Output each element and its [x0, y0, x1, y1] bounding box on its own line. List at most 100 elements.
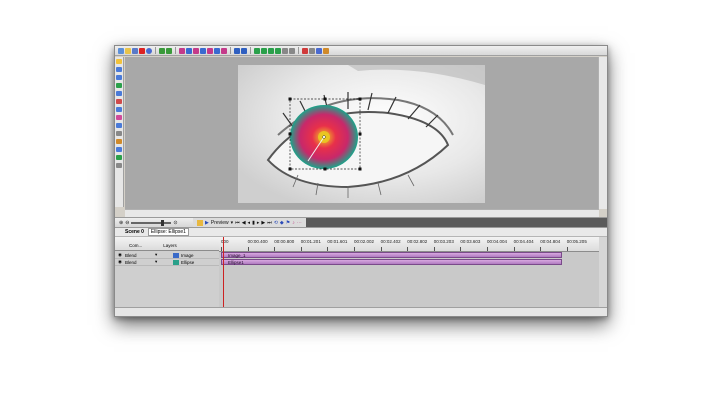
new-icon[interactable] [118, 47, 124, 54]
zoom-out-icon[interactable]: ⊖ [125, 220, 129, 226]
tab-ellipse[interactable]: Ellipse: Ellipse1 [147, 228, 189, 236]
step-back-icon[interactable]: ◀ [242, 220, 246, 226]
clip-image[interactable]: Image_1 [221, 252, 562, 258]
chevron-down-icon[interactable]: ▾ [155, 252, 173, 258]
pause-icon[interactable]: ▮ [252, 220, 255, 226]
fill-tool-icon[interactable] [116, 123, 122, 128]
step-forward-frame-icon[interactable]: ▸ [257, 220, 260, 226]
preview-button[interactable]: Preview [211, 220, 229, 226]
toolbar-separator [175, 47, 176, 54]
ellipse-layer-icon [173, 259, 179, 265]
ungroup-icon[interactable] [241, 47, 247, 54]
record-icon[interactable] [146, 47, 152, 54]
canvas-horizontal-scrollbar[interactable] [125, 209, 599, 217]
ruler-tick-mark [354, 247, 355, 251]
tools-palette [115, 57, 124, 207]
ruler-tick-label: 00:01.601 [327, 239, 348, 244]
select-tool-icon[interactable] [116, 59, 122, 64]
polygon-tool-icon[interactable] [116, 91, 122, 96]
zoom-tool-icon[interactable] [116, 147, 122, 152]
brush-tool-icon[interactable] [116, 115, 122, 120]
layers-header-label: Layers [163, 243, 177, 248]
undo-icon[interactable] [159, 47, 165, 54]
zoom-in-icon[interactable]: ⊕ [119, 220, 123, 226]
skip-start-icon[interactable]: ⏮ [235, 220, 240, 226]
ruler-tick-label: 00:01.201 [300, 239, 321, 244]
time-ruler[interactable]: 000 00:00.400 00:00.800 00:01.201 00:01.601 0… [219, 237, 599, 252]
zoom-fit-icon[interactable]: ⊙ [173, 220, 177, 226]
group-icon[interactable] [234, 47, 240, 54]
eye-visibility-icon[interactable]: ◉ [115, 252, 125, 258]
ellipse-tool-icon[interactable] [116, 75, 122, 80]
clip-ellipse[interactable]: Ellipse1 [221, 259, 562, 265]
save-icon[interactable] [132, 47, 138, 54]
send-back-icon[interactable] [275, 47, 281, 54]
loop-icon[interactable]: ⟲ [274, 220, 278, 226]
layer-name: Image [181, 252, 194, 258]
ruler-tick-mark [513, 247, 515, 251]
lock-icon[interactable] [282, 47, 288, 54]
step-forward-icon[interactable]: ▶ [261, 220, 265, 226]
folder-icon[interactable] [197, 219, 203, 226]
audio-icon[interactable]: ♪ [292, 220, 295, 226]
track-row[interactable]: ◉ Blend ▾ Image [115, 252, 219, 259]
keyframe-icon[interactable]: ◆ [280, 220, 284, 226]
stage-canvas[interactable] [238, 65, 485, 203]
skip-end-icon[interactable]: ⏭ [267, 220, 272, 226]
distribute-icon[interactable] [221, 47, 227, 54]
move-up-icon[interactable] [254, 47, 260, 54]
image-layer-icon [173, 252, 179, 258]
align-bottom-icon[interactable] [214, 47, 220, 54]
eraser-tool-icon[interactable] [116, 131, 122, 136]
ruler-tick-mark [566, 247, 568, 251]
more-icon[interactable]: ⋯ [297, 220, 302, 226]
align-left-icon[interactable] [179, 47, 185, 54]
image-tool-icon[interactable] [116, 107, 122, 112]
eye-visibility-icon[interactable]: ◉ [115, 259, 125, 265]
ruler-tick-label: 00:02.002 [354, 239, 375, 244]
help-icon[interactable] [323, 47, 329, 54]
tab-scene[interactable]: Scene 0 [125, 229, 144, 235]
step-back-frame-icon[interactable]: ◂ [248, 220, 251, 226]
ruler-tick-mark [300, 247, 302, 251]
rectangle-tool-icon[interactable] [116, 67, 122, 72]
align-center-icon[interactable] [186, 47, 192, 54]
open-icon[interactable] [125, 47, 131, 54]
canvas-area[interactable] [125, 57, 599, 209]
ruler-tick-label: 00:04.004 [487, 239, 508, 244]
redo-icon[interactable] [166, 47, 172, 54]
align-right-icon[interactable] [193, 47, 199, 54]
ruler-tick-label: 00:04.804 [540, 239, 561, 244]
hand-tool-icon[interactable] [116, 155, 122, 160]
zoom-slider[interactable] [131, 219, 172, 226]
toolbar-separator [250, 47, 251, 54]
canvas-vertical-scrollbar[interactable] [598, 57, 607, 209]
ruler-tick-mark [540, 247, 542, 251]
timeline-tracks[interactable]: 000 00:00.400 00:00.800 00:01.201 00:01.601 0… [219, 237, 599, 307]
move-down-icon[interactable] [261, 47, 267, 54]
align-top-icon[interactable] [200, 47, 206, 54]
export-icon[interactable] [316, 47, 322, 54]
eyedropper-tool-icon[interactable] [116, 139, 122, 144]
ruler-tick-mark [327, 247, 329, 251]
crop-tool-icon[interactable] [116, 163, 122, 168]
track-row[interactable]: ◉ Blend ▾ Ellipse [115, 259, 219, 266]
line-tool-icon[interactable] [116, 83, 122, 88]
settings-icon[interactable] [309, 47, 315, 54]
visibility-icon[interactable] [289, 47, 295, 54]
text-tool-icon[interactable] [116, 99, 122, 104]
effect-icon[interactable] [302, 47, 308, 54]
marker-icon[interactable]: ⚑ [286, 220, 290, 226]
blend-mode-select[interactable]: Blend [125, 260, 155, 265]
bring-front-icon[interactable] [268, 47, 274, 54]
delete-icon[interactable] [139, 47, 145, 54]
toolbar-separator [230, 47, 231, 54]
blend-mode-select[interactable]: Blend [125, 253, 155, 258]
align-middle-icon[interactable] [207, 47, 213, 54]
transport-spacer [305, 218, 607, 227]
chevron-down-icon[interactable]: ▾ [231, 220, 234, 226]
eye-image [238, 65, 485, 203]
playhead[interactable] [223, 237, 224, 307]
chevron-down-icon[interactable]: ▾ [155, 259, 173, 265]
play-icon[interactable]: ▶ [205, 220, 209, 226]
